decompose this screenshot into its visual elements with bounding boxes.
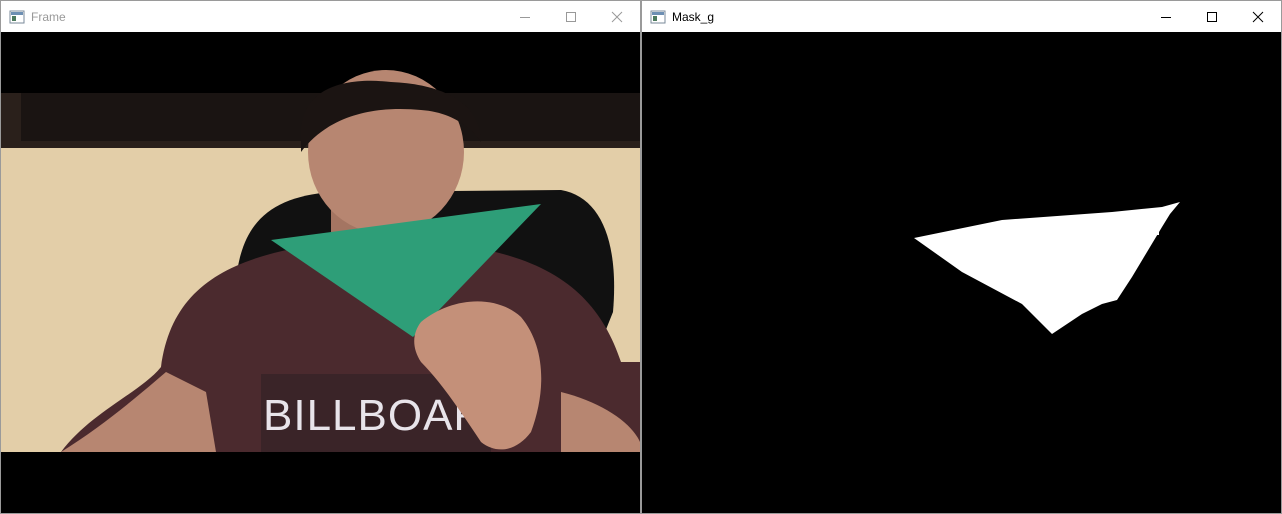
minimize-button[interactable]	[502, 1, 548, 32]
close-button[interactable]	[1235, 1, 1281, 32]
minimize-button[interactable]	[1143, 1, 1189, 32]
minimize-icon	[520, 16, 530, 18]
close-button[interactable]	[594, 1, 640, 32]
maximize-button[interactable]	[548, 1, 594, 32]
camera-image: BILLBOAR	[1, 70, 640, 452]
window-title: Mask_g	[672, 9, 715, 24]
app-icon	[9, 10, 25, 23]
mask-titlebar[interactable]: Mask_g	[642, 1, 1281, 32]
frame-titlebar[interactable]: Frame	[1, 1, 640, 32]
window-title: Frame	[31, 9, 66, 24]
minimize-icon	[1161, 16, 1171, 18]
maximize-icon	[1207, 11, 1217, 22]
close-icon	[1252, 11, 1264, 22]
webcam-frame: BILLBOAR	[1, 32, 640, 513]
app-icon	[650, 10, 666, 23]
mask-image	[642, 32, 1281, 513]
maximize-icon	[566, 11, 576, 22]
frame-window: Frame BILLBOAR	[0, 0, 641, 514]
close-icon	[611, 11, 623, 22]
mask-canvas	[642, 32, 1281, 513]
maximize-button[interactable]	[1189, 1, 1235, 32]
frame-video-canvas: BILLBOAR	[1, 32, 640, 513]
mask-window: Mask_g	[641, 0, 1282, 514]
